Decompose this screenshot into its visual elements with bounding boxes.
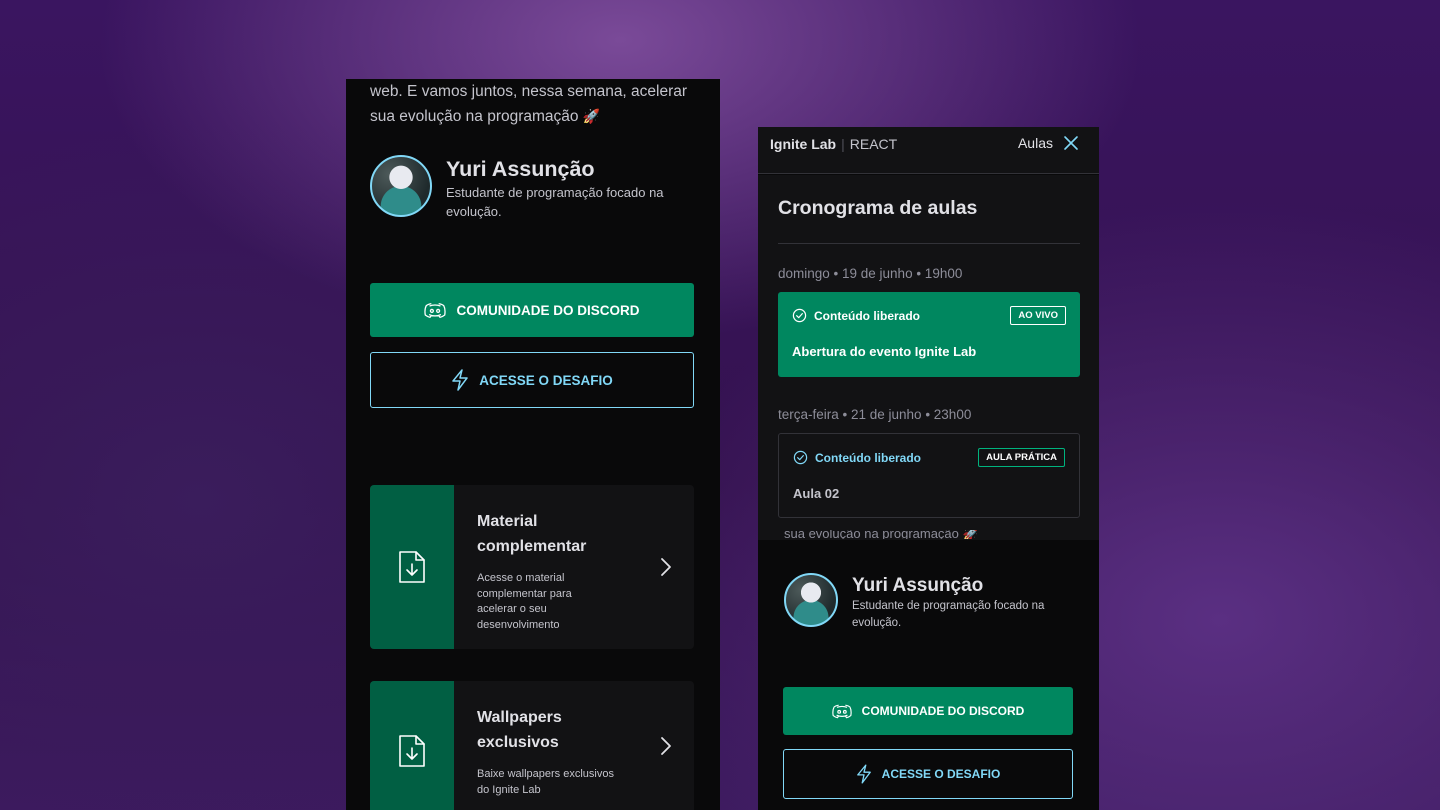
intro-line-2: sua evolução na programação <box>370 108 579 125</box>
file-download-icon <box>399 551 425 583</box>
discord-button[interactable]: COMUNIDADE DO DISCORD <box>370 283 694 337</box>
lightning-icon <box>452 369 468 391</box>
lesson-status-label: Conteúdo liberado <box>815 450 921 465</box>
lesson-card[interactable]: Conteúdo liberado AULA PRÁTICA Aula 02 <box>778 433 1080 518</box>
lesson-status-label: Conteúdo liberado <box>814 308 920 323</box>
discord-button-label: COMUNIDADE DO DISCORD <box>456 302 640 318</box>
discord-button[interactable]: COMUNIDADE DO DISCORD <box>783 687 1073 735</box>
discord-icon <box>424 302 447 318</box>
app-header: Ignite Lab | REACT Aulas <box>758 127 1099 174</box>
challenge-button-label: ACESSE O DESAFIO <box>479 372 613 388</box>
card-title: Material complementar <box>477 513 587 555</box>
lessons-menu-label[interactable]: Aulas <box>1018 135 1053 151</box>
avatar <box>784 573 838 627</box>
check-circle-icon <box>793 450 808 465</box>
discord-button-label: COMUNIDADE DO DISCORD <box>861 704 1025 718</box>
challenge-button-label: ACESSE O DESAFIO <box>881 767 1001 781</box>
chevron-right-icon <box>638 681 694 810</box>
lesson-title: Aula 02 <box>793 486 840 501</box>
profile-bio: Estudante de programação focado na evolu… <box>446 185 664 219</box>
lightning-icon <box>856 764 871 784</box>
discord-icon <box>831 704 852 719</box>
complementary-material-card[interactable]: Material complementar Acesse o material … <box>370 485 694 649</box>
challenge-button[interactable]: ACESSE O DESAFIO <box>783 749 1073 799</box>
card-title: Wallpapers exclusivos <box>477 709 562 751</box>
challenge-button[interactable]: ACESSE O DESAFIO <box>370 352 694 408</box>
lesson-schedule: Cronograma de aulas domingo • 19 de junh… <box>758 175 1099 540</box>
phone-left-screen: web. E vamos juntos, nessa semana, acele… <box>346 79 720 810</box>
lesson-status: Conteúdo liberado <box>793 450 921 465</box>
check-circle-icon <box>792 308 807 323</box>
close-icon[interactable] <box>1063 135 1079 156</box>
wallpapers-card[interactable]: Wallpapers exclusivos Baixe wallpapers e… <box>370 681 694 810</box>
profile-name: Yuri Assunção <box>446 157 595 181</box>
rocket-icon: 🚀 <box>582 108 601 124</box>
profile-name: Yuri Assunção <box>852 575 984 596</box>
logo[interactable]: Ignite Lab | REACT <box>770 136 897 152</box>
schedule-title: Cronograma de aulas <box>778 197 978 219</box>
brand-tech: REACT <box>849 136 898 152</box>
lesson-date: domingo • 19 de junho • 19h00 <box>778 266 963 281</box>
brand-name: Ignite Lab <box>770 136 837 152</box>
event-description: web. E vamos juntos, nessa semana, acele… <box>370 79 690 129</box>
avatar <box>370 155 432 217</box>
phone-right-screen: Ignite Lab | REACT Aulas Cronograma de aul… <box>758 127 1099 810</box>
teacher-profile: Yuri Assunção Estudante de programação f… <box>370 155 686 221</box>
logo-separator: | <box>841 136 845 152</box>
profile-bio: Estudante de programação focado na evolu… <box>852 600 1045 629</box>
card-icon-box <box>370 485 454 649</box>
chevron-right-icon <box>638 485 694 649</box>
intro-line-1: web. E vamos juntos, nessa semana, acele… <box>370 83 688 100</box>
obscured-intro-text: sua evolução na programação 🚀 <box>784 530 979 539</box>
lesson-status: Conteúdo liberado <box>792 308 920 323</box>
card-description: Baixe wallpapers exclusivos do Ignite La… <box>477 768 614 796</box>
divider <box>778 243 1080 244</box>
lesson-title: Abertura do evento Ignite Lab <box>792 344 977 359</box>
teacher-profile: Yuri Assunção Estudante de programação f… <box>784 573 1072 632</box>
card-icon-box <box>370 681 454 810</box>
lesson-badge: AO VIVO <box>1010 306 1066 325</box>
lesson-card-active[interactable]: Conteúdo liberado AO VIVO Abertura do ev… <box>778 292 1080 377</box>
lesson-date: terça-feira • 21 de junho • 23h00 <box>778 407 972 422</box>
lesson-badge: AULA PRÁTICA <box>978 448 1065 467</box>
card-description: Acesse o material complementar para acel… <box>477 572 572 631</box>
file-download-icon <box>399 735 425 767</box>
